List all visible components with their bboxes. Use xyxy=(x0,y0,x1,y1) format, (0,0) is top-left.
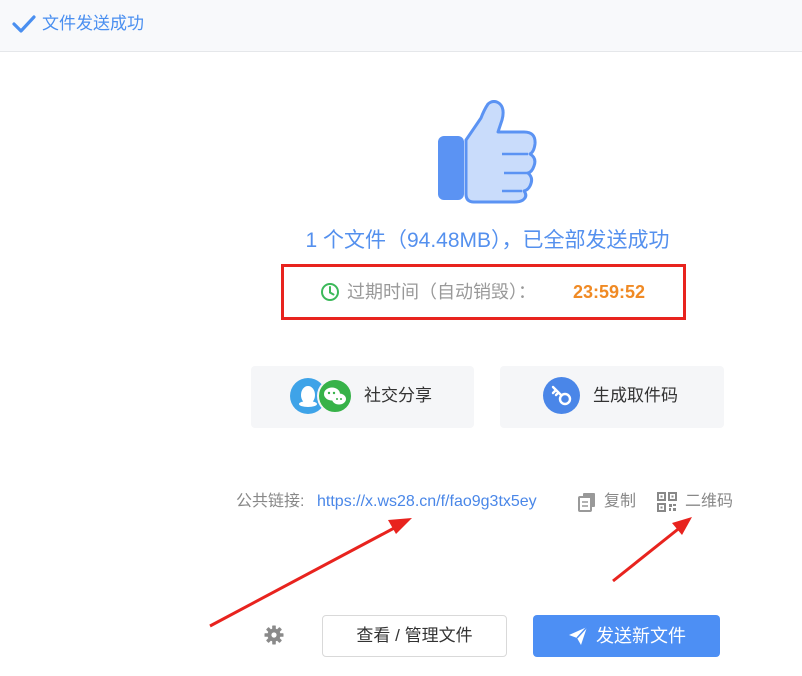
pickup-code-label: 生成取件码 xyxy=(593,386,678,405)
social-share-button[interactable]: 社交分享 xyxy=(251,366,474,428)
send-new-file-label: 发送新文件 xyxy=(596,626,686,646)
header-title: 文件发送成功 xyxy=(42,14,144,33)
clock-icon xyxy=(321,283,339,301)
key-icon xyxy=(543,377,580,414)
send-summary: 1 个文件（94.48MB），已全部发送成功 xyxy=(305,229,670,252)
qrcode-label: 二维码 xyxy=(685,493,734,510)
annotation-arrows xyxy=(209,517,692,628)
public-link-url[interactable]: https://x.ws28.cn/f/fao9g3tx5ey xyxy=(317,492,537,512)
pickup-code-button[interactable]: 生成取件码 xyxy=(500,366,724,428)
manage-files-button[interactable]: 查看 / 管理文件 xyxy=(322,615,507,657)
public-link-label: 公共链接: xyxy=(236,493,305,510)
annotation-arrow-qrcode xyxy=(612,517,692,583)
copy-icon xyxy=(578,493,595,512)
settings-gear-icon[interactable] xyxy=(264,625,284,645)
expiry-label: 过期时间（自动销毁）： xyxy=(347,282,536,302)
top-bar: 文件发送成功 xyxy=(0,0,802,52)
social-share-label: 社交分享 xyxy=(364,386,432,405)
check-icon xyxy=(12,15,36,33)
qrcode-icon xyxy=(657,492,677,512)
thumbs-up-icon xyxy=(438,100,537,204)
paper-plane-icon xyxy=(569,626,588,645)
copy-label: 复制 xyxy=(604,493,637,510)
expiry-countdown: 23:59:52 xyxy=(573,282,646,302)
send-new-file-button[interactable]: 发送新文件 xyxy=(533,615,720,657)
wechat-icon xyxy=(317,378,353,414)
annotation-arrow-link xyxy=(209,518,412,628)
